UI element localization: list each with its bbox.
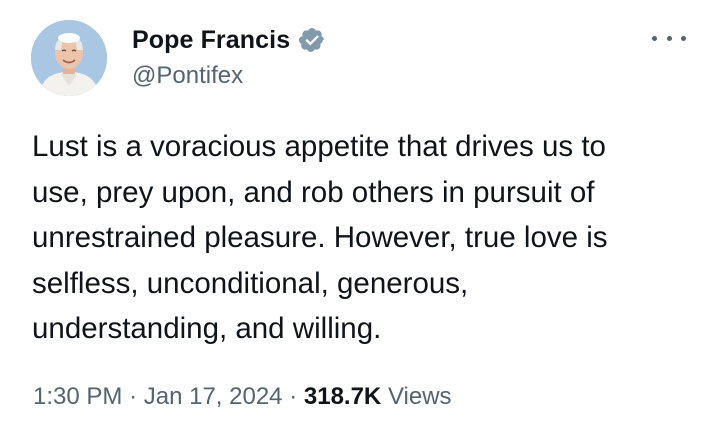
more-dot	[666, 35, 672, 41]
display-name[interactable]: Pope Francis	[132, 26, 290, 55]
more-dot	[681, 35, 686, 41]
author-block: Pope Francis @Pontifex	[132, 24, 326, 90]
tweet-card: Pope Francis @Pontifex Lust is a voracio…	[0, 0, 720, 432]
tweet-time[interactable]: 1:30 PM	[33, 383, 122, 410]
views-count[interactable]: 318.7K	[304, 383, 381, 410]
more-options-icon[interactable]	[652, 26, 686, 50]
tweet-text: Lust is a voracious appetite that drives…	[32, 130, 608, 345]
name-row: Pope Francis	[132, 24, 326, 56]
verified-badge-icon[interactable]	[298, 26, 326, 54]
views-label[interactable]: Views	[388, 383, 452, 410]
tweet-meta: 1:30 PM · Jan 17, 2024 · 318.7K Views	[33, 383, 452, 411]
avatar[interactable]	[31, 20, 107, 96]
tweet-date[interactable]: Jan 17, 2024	[144, 383, 283, 410]
meta-separator: ·	[289, 383, 298, 410]
more-dot	[652, 35, 657, 41]
meta-separator: ·	[129, 383, 138, 410]
avatar-image	[31, 20, 107, 96]
handle[interactable]: @Pontifex	[132, 62, 326, 90]
